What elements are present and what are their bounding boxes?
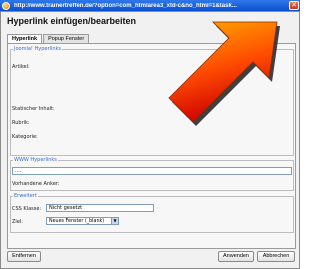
kategorie-label: Kategorie: [12, 134, 38, 140]
close-button[interactable]: ✕ [289, 1, 299, 10]
css-klasse-label: CSS Klasse: [12, 206, 42, 212]
abbrechen-button[interactable]: Abbrechen [257, 251, 295, 262]
ziel-select[interactable]: Neues Fenster (_blank) ▼ [46, 217, 119, 225]
ziel-label: Ziel: [12, 219, 23, 225]
chevron-down-icon: ▼ [111, 218, 118, 224]
erweitert-group: Erweitert [10, 193, 294, 233]
ziel-select-value: Neues Fenster (_blank) [49, 219, 105, 224]
artikel-label: Artikel: [12, 64, 30, 70]
vorhandene-anker-label: Vorhandene Anker: [12, 181, 60, 187]
browser-icon [2, 1, 10, 10]
css-klasse-input[interactable]: Nicht gesetzt [46, 204, 154, 212]
rubrik-label: Rubrik: [12, 120, 30, 126]
joomla-hyperlinks-legend: Joomla! Hyperlinks [14, 46, 61, 52]
window-title: http://www.trainertreffen.de/?option=com… [14, 2, 237, 9]
url-input[interactable]: .... [12, 167, 292, 175]
erweitert-legend: Erweitert [14, 193, 37, 199]
dialog-header: Hyperlink einfügen/bearbeiten [7, 16, 137, 26]
entfernen-button[interactable]: Entfernen [7, 251, 41, 262]
anwenden-button[interactable]: Anwenden [218, 251, 254, 262]
pointer-arrow-graphic [168, 21, 280, 126]
window-titlebar: http://www.trainertreffen.de/?option=com… [0, 0, 300, 11]
www-hyperlinks-legend: WWW Hyperlinks [14, 157, 57, 163]
statischer-inhalt-label: Statischer Inhalt: [12, 106, 55, 112]
